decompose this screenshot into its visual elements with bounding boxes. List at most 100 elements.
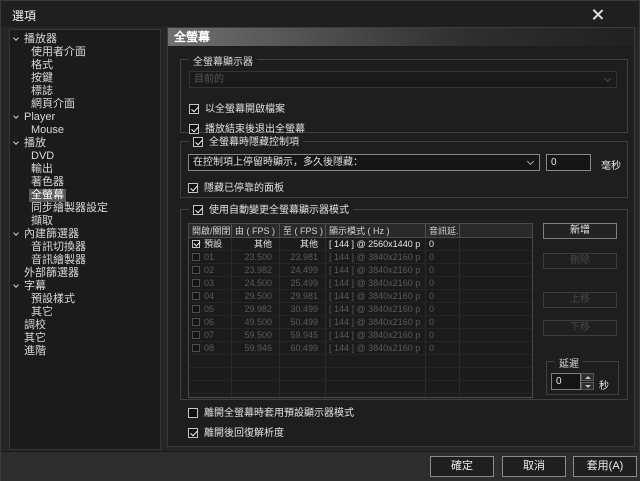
hide-policy-select[interactable]: 在控制項上停留時顯示，多久後隱藏： — [188, 154, 540, 171]
sidebar-item-內建篩選器[interactable]: 內建篩選器 — [10, 228, 160, 241]
chevron-down-icon[interactable] — [13, 282, 19, 288]
checkbox-icon — [188, 428, 198, 438]
checkbox-icon[interactable] — [192, 279, 200, 287]
checkbox-icon[interactable] — [192, 253, 200, 261]
checkbox-icon[interactable] — [192, 266, 200, 274]
checkbox-icon[interactable] — [192, 318, 200, 326]
sidebar-item-輸出[interactable]: 輸出 — [10, 163, 160, 176]
sidebar-item-標誌[interactable]: 標誌 — [10, 85, 160, 98]
table-cell — [426, 394, 460, 398]
row-label: 01 — [204, 252, 214, 262]
table-cell — [189, 394, 232, 398]
apply-default-mode-checkbox[interactable]: 離開全螢幕時套用預設顯示器模式 — [188, 405, 354, 418]
hide-controls-checkbox[interactable]: 全螢幕時隱藏控制項 — [189, 134, 303, 147]
sidebar-item-全螢幕[interactable]: 全螢幕 — [10, 189, 160, 202]
table-cell — [326, 368, 426, 380]
restore-resolution-checkbox[interactable]: 離開後回復解析度 — [188, 425, 284, 438]
close-button[interactable] — [580, 3, 616, 25]
checkbox-icon[interactable] — [192, 240, 200, 248]
display-mode-row[interactable]: 0759.50059.945[ 144 ] @ 3840x2160 p0 — [189, 329, 532, 342]
hide-controls-group: 全螢幕時隱藏控制項 在控制項上停留時顯示，多久後隱藏： 0 毫秒 隱藏已停靠的面… — [180, 141, 628, 198]
display-mode-row[interactable]: 0324.50025.499[ 144 ] @ 3840x2160 p0 — [189, 277, 532, 290]
row-label: 05 — [204, 304, 214, 314]
table-cell — [326, 381, 426, 393]
sidebar-item-label: 格式 — [29, 59, 55, 72]
options-dialog: 選項 播放器使用者介面格式按鍵標誌網頁介面PlayerMouse播放DVD輸出著… — [0, 0, 640, 481]
chevron-down-icon[interactable] — [13, 113, 19, 119]
row-label: 預設 — [204, 239, 222, 249]
display-mode-row[interactable]: 預設其他其他[ 144 ] @ 2560x1440 p0 — [189, 238, 532, 251]
sidebar-item-字幕[interactable]: 字幕 — [10, 280, 160, 293]
display-modes-table[interactable]: 開啟/關閉由 ( FPS )至 ( FPS )顯示模式 ( Hz )音訊延...… — [188, 223, 533, 398]
sidebar-item-DVD[interactable]: DVD — [10, 150, 160, 163]
row-label: 03 — [204, 278, 214, 288]
chevron-down-icon[interactable] — [13, 230, 19, 236]
checkbox-icon — [193, 205, 203, 215]
table-cell: [ 144 ] @ 2560x1440 p — [326, 238, 426, 250]
chevron-down-icon[interactable] — [13, 139, 19, 145]
cancel-button[interactable]: 取消 — [502, 456, 566, 477]
hide-docked-checkbox[interactable]: 隱藏已停靠的面板 — [188, 180, 284, 193]
display-mode-row[interactable]: 0859.94660.499[ 144 ] @ 3840x2160 p0 — [189, 342, 532, 355]
hide-delay-input[interactable]: 0 — [546, 154, 591, 171]
sidebar-item-label: 同步繪製器設定 — [29, 202, 110, 215]
apply-button[interactable]: 套用(A) — [573, 456, 637, 477]
table-cell: 50.499 — [280, 316, 326, 328]
table-cell — [232, 355, 280, 367]
sidebar-item-格式[interactable]: 格式 — [10, 59, 160, 72]
open-fullscreen-checkbox[interactable]: 以全螢幕開啟檔案 — [189, 101, 285, 114]
display-mode-row[interactable]: 0223.98224.499[ 144 ] @ 3840x2160 p0 — [189, 264, 532, 277]
table-cell — [460, 329, 533, 341]
sidebar-item-調校[interactable]: 調校 — [10, 319, 160, 332]
sidebar-item-預設樣式[interactable]: 預設樣式 — [10, 293, 160, 306]
display-mode-row[interactable]: 0123.50023.981[ 144 ] @ 3840x2160 p0 — [189, 251, 532, 264]
empty-row — [189, 355, 532, 368]
add-button[interactable]: 新增 — [543, 223, 617, 239]
table-cell: 29.500 — [232, 290, 280, 302]
table-cell — [189, 381, 232, 393]
checkbox-icon[interactable] — [192, 305, 200, 313]
open-fullscreen-label: 以全螢幕開啟檔案 — [205, 104, 285, 115]
sidebar-item-使用者介面[interactable]: 使用者介面 — [10, 46, 160, 59]
chevron-down-icon — [527, 158, 534, 165]
sidebar-item-label: 播放器 — [22, 33, 59, 46]
sidebar-item-外部篩選器[interactable]: 外部篩選器 — [10, 267, 160, 280]
delay-seconds-input[interactable]: 0 — [551, 373, 581, 390]
chevron-down-icon[interactable] — [13, 35, 19, 41]
sidebar-item-網頁介面[interactable]: 網頁介面 — [10, 98, 160, 111]
checkbox-icon — [189, 104, 199, 114]
sidebar-item-Mouse[interactable]: Mouse — [10, 124, 160, 137]
checkbox-icon[interactable] — [192, 344, 200, 352]
sidebar-item-Player[interactable]: Player — [10, 111, 160, 124]
display-mode-row[interactable]: 0649.50050.499[ 144 ] @ 3840x2160 p0 — [189, 316, 532, 329]
display-mode-row[interactable]: 0429.50029.981[ 144 ] @ 3840x2160 p0 — [189, 290, 532, 303]
exit-fullscreen-checkbox[interactable]: 播放結束後退出全螢幕 — [189, 121, 305, 134]
sidebar-item-進階[interactable]: 進階 — [10, 345, 160, 358]
sidebar-item-label: 著色器 — [29, 176, 66, 189]
sidebar-item-label: 網頁介面 — [29, 98, 77, 111]
sidebar-item-按鍵[interactable]: 按鍵 — [10, 72, 160, 85]
sidebar-item-音訊繪製器[interactable]: 音訊繪製器 — [10, 254, 160, 267]
spinner-down-icon[interactable] — [581, 382, 594, 390]
sidebar-item-播放[interactable]: 播放 — [10, 137, 160, 150]
display-mode-row[interactable]: 0529.98230.499[ 144 ] @ 3840x2160 p0 — [189, 303, 532, 316]
window-title: 選項 — [12, 7, 36, 24]
table-cell — [460, 368, 533, 380]
sidebar-item-播放器[interactable]: 播放器 — [10, 33, 160, 46]
ok-button[interactable]: 確定 — [430, 456, 494, 477]
sidebar-item-其它[interactable]: 其它 — [10, 306, 160, 319]
checkbox-icon[interactable] — [192, 292, 200, 300]
sidebar-item-同步繪製器設定[interactable]: 同步繪製器設定 — [10, 202, 160, 215]
sidebar-item-label: 進階 — [22, 345, 48, 358]
autochange-mode-checkbox[interactable]: 使用自動變更全螢幕顯示器模式 — [189, 202, 353, 215]
sidebar-item-著色器[interactable]: 著色器 — [10, 176, 160, 189]
sidebar-item-label: 按鍵 — [29, 72, 55, 85]
sidebar-item-音訊切換器[interactable]: 音訊切換器 — [10, 241, 160, 254]
table-cell: 23.500 — [232, 251, 280, 263]
spinner-up-icon[interactable] — [581, 373, 594, 381]
sidebar-item-其它[interactable]: 其它 — [10, 332, 160, 345]
sidebar-item-擷取[interactable]: 擷取 — [10, 215, 160, 228]
table-cell: 02 — [189, 264, 232, 276]
autochange-mode-label: 使用自動變更全螢幕顯示器模式 — [209, 205, 349, 216]
checkbox-icon[interactable] — [192, 331, 200, 339]
